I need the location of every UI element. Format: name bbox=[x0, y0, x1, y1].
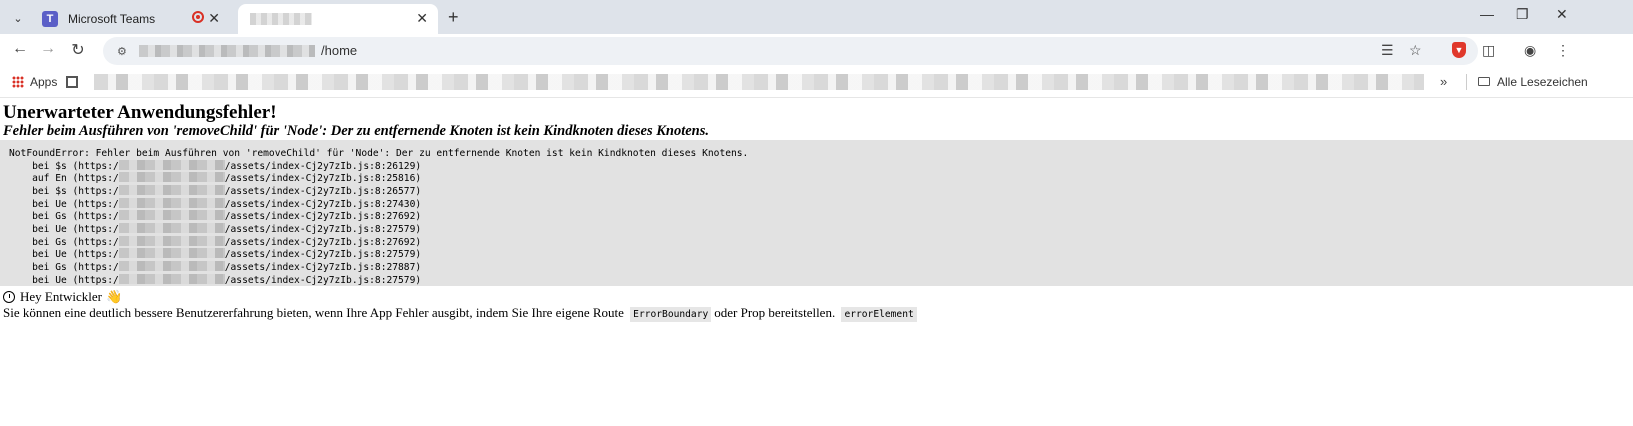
url-host-redacted bbox=[139, 45, 315, 57]
tab-search-button[interactable]: ⌄ bbox=[6, 7, 30, 29]
back-button[interactable]: ← bbox=[9, 40, 31, 58]
stack-line-prefix: bei $s (https:/ bbox=[9, 185, 119, 197]
stack-line-suffix: /assets/index-Cj2y7zIb.js:8:27887) bbox=[224, 261, 422, 273]
tab-active[interactable]: ✕ bbox=[238, 4, 438, 34]
stack-line-prefix: bei Gs (https:/ bbox=[9, 261, 119, 273]
tab-title-redacted bbox=[250, 13, 312, 25]
host-redacted bbox=[118, 260, 225, 271]
stack-line-suffix: /assets/index-Cj2y7zIb.js:8:27579) bbox=[224, 274, 422, 286]
host-redacted bbox=[118, 248, 225, 259]
stack-line-suffix: /assets/index-Cj2y7zIb.js:8:27579) bbox=[224, 249, 422, 261]
stack-line-suffix: /assets/index-Cj2y7zIb.js:8:25816) bbox=[224, 173, 422, 185]
stack-line-prefix: auf En (https:/ bbox=[9, 173, 119, 185]
browser-toolbar: ← → ↻ ⚙ /home ☰ ☆ ▼ ◫ ◉ ⋮ bbox=[0, 34, 1633, 68]
stack-line-prefix: bei Gs (https:/ bbox=[9, 236, 119, 248]
extensions-icon[interactable]: ◫ bbox=[1482, 42, 1495, 59]
stack-line-suffix: /assets/index-Cj2y7zIb.js:8:27579) bbox=[224, 223, 422, 235]
stack-line-suffix: /assets/index-Cj2y7zIb.js:8:27692) bbox=[224, 211, 422, 223]
stack-line-suffix: /assets/index-Cj2y7zIb.js:8:26129) bbox=[224, 160, 422, 172]
stack-line: bei Ue (https:/ /assets/index-Cj2y7zIb.js… bbox=[9, 197, 422, 210]
url-path: /home bbox=[321, 43, 358, 58]
folder-icon bbox=[1478, 77, 1490, 86]
stack-line: bei Ue (https:/ /assets/index-Cj2y7zIb.js… bbox=[9, 273, 422, 286]
tab-strip: ⌄ T Microsoft Teams ✕ ✕ + — ❐ ✕ bbox=[0, 0, 1633, 34]
bookmarks-bar: Apps » Alle Lesezeichen bbox=[0, 68, 1633, 98]
apps-icon[interactable] bbox=[12, 76, 24, 88]
clock-icon bbox=[3, 291, 15, 303]
dev-hint-heading: Hey Entwickler 👋 bbox=[3, 289, 122, 305]
stack-line: bei Gs (https:/ /assets/index-Cj2y7zIb.js… bbox=[9, 260, 422, 273]
stack-line: bei $s (https:/ /assets/index-Cj2y7zIb.js… bbox=[9, 159, 422, 172]
host-redacted bbox=[118, 210, 225, 221]
host-redacted bbox=[118, 184, 225, 195]
recording-icon bbox=[192, 11, 204, 23]
stack-line: auf En (https:/ /assets/index-Cj2y7zIb.js… bbox=[9, 172, 422, 185]
host-redacted bbox=[118, 235, 225, 246]
tab-groups-icon[interactable] bbox=[66, 76, 78, 88]
minimize-icon[interactable]: — bbox=[1480, 6, 1494, 22]
stack-line-suffix: /assets/index-Cj2y7zIb.js:8:27430) bbox=[224, 198, 422, 210]
stack-line-prefix: bei Ue (https:/ bbox=[9, 223, 119, 235]
hint-heading: Hey Entwickler bbox=[20, 289, 102, 304]
error-title: Unerwarteter Anwendungsfehler! bbox=[3, 102, 277, 123]
stack-line-prefix: bei Ue (https:/ bbox=[9, 274, 119, 286]
site-info-icon[interactable]: ⚙ bbox=[117, 45, 129, 58]
address-bar[interactable]: ⚙ /home ☰ ☆ bbox=[103, 37, 1478, 65]
host-redacted bbox=[118, 159, 225, 170]
close-window-icon[interactable]: ✕ bbox=[1556, 6, 1568, 23]
bookmarks-redacted bbox=[94, 74, 1424, 90]
stack-line: bei Ue (https:/ /assets/index-Cj2y7zIb.js… bbox=[9, 248, 422, 261]
host-redacted bbox=[118, 197, 225, 208]
host-redacted bbox=[118, 273, 225, 284]
host-redacted bbox=[118, 222, 225, 233]
stack-line: bei $s (https:/ /assets/index-Cj2y7zIb.js… bbox=[9, 184, 422, 197]
hint-text-before: Sie können eine deutlich bessere Benutze… bbox=[3, 305, 624, 320]
host-redacted bbox=[118, 172, 225, 183]
teams-icon: T bbox=[42, 11, 58, 27]
stack-line-prefix: bei $s (https:/ bbox=[9, 160, 119, 172]
stack-trace: NotFoundError: Fehler beim Ausführen von… bbox=[0, 140, 1633, 286]
menu-icon[interactable]: ⋮ bbox=[1556, 42, 1570, 59]
forward-button[interactable]: → bbox=[37, 40, 59, 58]
translate-icon[interactable]: ☰ bbox=[1381, 42, 1394, 59]
new-tab-button[interactable]: + bbox=[448, 7, 459, 28]
profile-icon[interactable]: ◉ bbox=[1524, 42, 1536, 59]
close-tab-icon[interactable]: ✕ bbox=[416, 10, 428, 27]
code-error-element: errorElement bbox=[841, 307, 917, 322]
tab-title: Microsoft Teams bbox=[68, 12, 156, 26]
stack-line-prefix: bei Ue (https:/ bbox=[9, 198, 119, 210]
error-message: Fehler beim Ausführen von 'removeChild' … bbox=[3, 123, 710, 139]
close-tab-icon[interactable]: ✕ bbox=[208, 10, 220, 27]
bookmark-star-icon[interactable]: ☆ bbox=[1409, 42, 1422, 59]
stack-line-suffix: /assets/index-Cj2y7zIb.js:8:27692) bbox=[224, 236, 422, 248]
code-error-boundary: ErrorBoundary bbox=[630, 307, 712, 322]
stack-line: bei Gs (https:/ /assets/index-Cj2y7zIb.js… bbox=[9, 235, 422, 248]
stack-line-prefix: bei Gs (https:/ bbox=[9, 211, 119, 223]
restore-icon[interactable]: ❐ bbox=[1516, 6, 1529, 23]
tab-microsoft-teams[interactable]: T Microsoft Teams ✕ bbox=[34, 4, 230, 34]
apps-bookmark[interactable]: Apps bbox=[30, 75, 57, 89]
waving-hand-icon: 👋 bbox=[105, 289, 123, 304]
stack-line-prefix: bei Ue (https:/ bbox=[9, 249, 119, 261]
stack-line: bei Ue (https:/ /assets/index-Cj2y7zIb.js… bbox=[9, 222, 422, 235]
divider bbox=[1466, 74, 1467, 90]
chevron-down-icon: ⌄ bbox=[13, 12, 23, 25]
page-content: Unerwarteter Anwendungsfehler! Fehler be… bbox=[0, 98, 1633, 426]
more-bookmarks-icon[interactable]: » bbox=[1440, 74, 1447, 89]
stack-header: NotFoundError: Fehler beim Ausführen von… bbox=[9, 148, 749, 159]
hint-text-middle: oder Prop bereitstellen. bbox=[714, 305, 836, 320]
all-bookmarks-button[interactable]: Alle Lesezeichen bbox=[1497, 75, 1588, 89]
reload-button[interactable]: ↻ bbox=[67, 40, 89, 60]
stack-line: bei Gs (https:/ /assets/index-Cj2y7zIb.js… bbox=[9, 210, 422, 223]
brave-shield-icon[interactable]: ▼ bbox=[1452, 42, 1466, 58]
dev-hint-text: Sie können eine deutlich bessere Benutze… bbox=[3, 305, 920, 322]
stack-line-suffix: /assets/index-Cj2y7zIb.js:8:26577) bbox=[224, 185, 422, 197]
